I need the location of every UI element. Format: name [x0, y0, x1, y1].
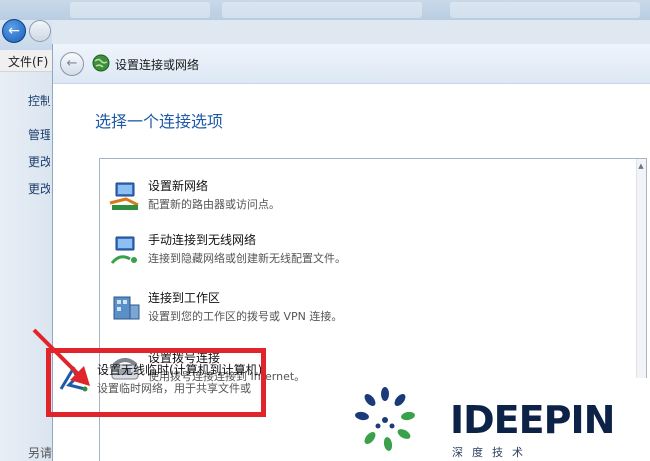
- back-arrow-icon: ←: [8, 23, 20, 39]
- option-manual-wireless[interactable]: 手动连接到无线网络 连接到隐藏网络或创建新无线配置文件。: [108, 229, 608, 281]
- back-arrow-icon: ←: [66, 56, 78, 71]
- option-description: 配置新的路由器或访问点。: [148, 198, 280, 211]
- wireless-manual-icon: [110, 236, 137, 264]
- sidebar-item[interactable]: 更改: [28, 180, 50, 197]
- dialog-back-button[interactable]: ←: [60, 52, 84, 76]
- workplace-icon: [113, 296, 140, 320]
- option-workplace[interactable]: 连接到工作区 设置到您的工作区的拨号或 VPN 连接。: [108, 287, 608, 339]
- option-title: 设置新网络: [148, 179, 209, 193]
- option-description: 设置临时网络，用于共享文件或: [97, 382, 251, 395]
- scroll-up-icon[interactable]: ▲: [637, 162, 645, 170]
- network-globe-icon: [92, 54, 110, 72]
- page-heading: 选择一个连接选项: [95, 112, 224, 131]
- new-network-icon: [109, 182, 139, 210]
- option-description: 设置到您的工作区的拨号或 VPN 连接。: [148, 310, 343, 323]
- watermark-brand: IDEEPIN: [450, 398, 615, 442]
- dialog-title: 设置连接或网络: [115, 58, 200, 72]
- background-tab[interactable]: [450, 2, 640, 18]
- option-description: 连接到隐藏网络或创建新无线配置文件。: [148, 252, 346, 265]
- background-back-button[interactable]: ←: [2, 19, 26, 43]
- red-arrow-annotation: [32, 328, 90, 386]
- sidebar-item[interactable]: 更改: [28, 153, 50, 170]
- ideepin-logo-icon: [355, 387, 415, 451]
- watermark-subtitle: 深度技术: [452, 446, 532, 459]
- sidebar-item[interactable]: 控制: [28, 92, 50, 109]
- background-titlebar: [0, 0, 650, 20]
- option-new-network[interactable]: 设置新网络 配置新的路由器或访问点。: [108, 175, 608, 227]
- option-title: 设置无线临时(计算机到计算机)网络: [97, 363, 261, 377]
- see-also-label: 另请: [28, 446, 53, 460]
- dialog-header: ← 设置连接或网络: [53, 44, 650, 84]
- menu-file[interactable]: 文件(F): [8, 53, 52, 70]
- background-tab[interactable]: [222, 2, 422, 18]
- sidebar-item[interactable]: 管理: [28, 126, 50, 143]
- option-title: 连接到工作区: [148, 291, 221, 305]
- option-title: 手动连接到无线网络: [148, 233, 257, 247]
- background-forward-button[interactable]: [29, 20, 51, 42]
- background-tab[interactable]: [70, 2, 210, 18]
